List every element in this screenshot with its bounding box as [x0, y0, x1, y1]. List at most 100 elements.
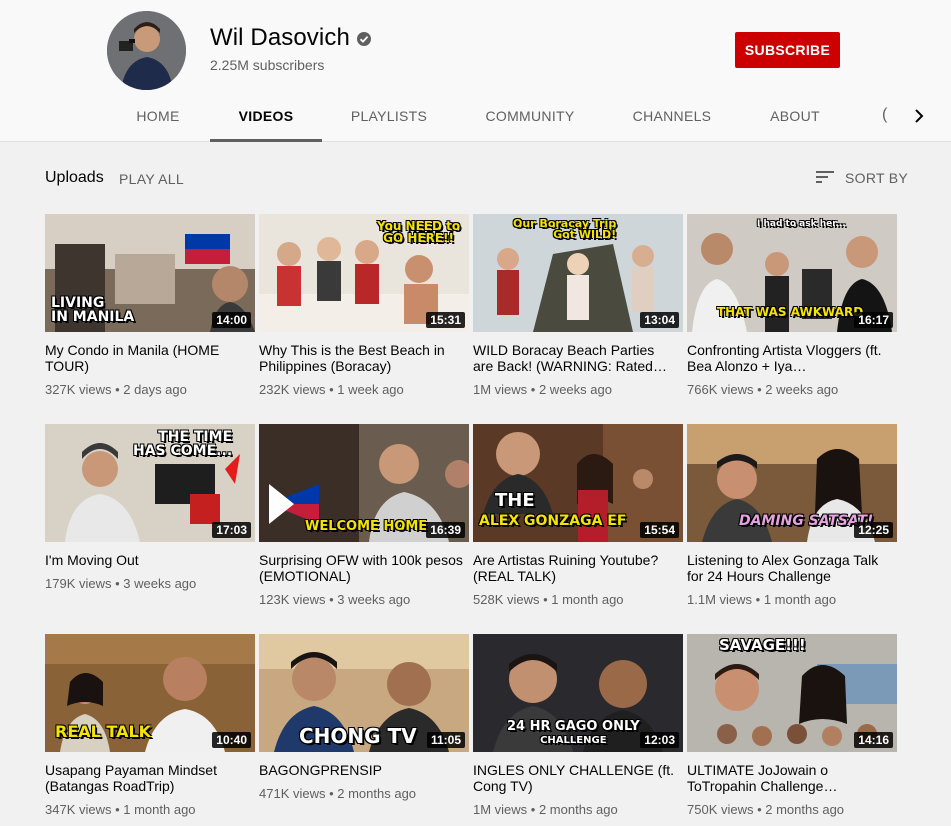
video-card[interactable]: WELCOME HOME 16:39 Surprising OFW with 1…: [259, 424, 469, 607]
video-card[interactable]: LIVING IN MANILA 14:00 My Condo in Manila…: [45, 214, 255, 397]
tab-community[interactable]: COMMUNITY: [474, 108, 586, 142]
video-title[interactable]: WILD Boracay Beach Parties are Back! (WA…: [473, 342, 678, 374]
upload-age: 2 months ago: [538, 802, 618, 817]
subscriber-count: 2.25M subscribers: [210, 57, 325, 73]
video-meta: 327K views • 2 days ago: [45, 382, 187, 397]
sort-by-button[interactable]: SORT BY: [845, 170, 908, 186]
video-meta: 1.1M views • 1 month ago: [687, 592, 837, 607]
video-meta: 232K views • 1 week ago: [259, 382, 404, 397]
video-thumbnail[interactable]: WELCOME HOME 16:39: [259, 424, 469, 542]
upload-age: 3 weeks ago: [123, 576, 197, 591]
thumbnail-caption: DAMING SATSAT!: [739, 513, 874, 529]
channel-avatar[interactable]: [107, 11, 186, 90]
video-thumbnail[interactable]: I had to ask her... THAT WAS AWKWARD 16:…: [687, 214, 897, 332]
video-title[interactable]: My Condo in Manila (HOME TOUR): [45, 342, 250, 374]
tab-about[interactable]: ABOUT: [760, 108, 830, 142]
video-thumbnail[interactable]: Our Boracay Trip Got WILD! 13:04: [473, 214, 683, 332]
video-card[interactable]: Our Boracay Trip Got WILD! 13:04 WILD Bor…: [473, 214, 683, 397]
tab-search-icon[interactable]: (: [882, 106, 887, 124]
video-duration: 16:17: [854, 312, 893, 328]
video-title[interactable]: Listening to Alex Gonzaga Talk for 24 Ho…: [687, 552, 892, 584]
video-title[interactable]: INGLES ONLY CHALLENGE (ft. Cong TV): [473, 762, 678, 794]
section-title: Uploads: [45, 169, 104, 186]
video-card[interactable]: You NEED to GO HERE!! 15:31 Why This is t…: [259, 214, 469, 397]
video-duration: 11:05: [426, 732, 465, 748]
subscribe-button[interactable]: SUBSCRIBE: [735, 32, 840, 68]
tab-playlists[interactable]: PLAYLISTS: [344, 108, 434, 142]
video-thumbnail[interactable]: REAL TALK 10:40: [45, 634, 255, 752]
video-card[interactable]: THE ALEX GONZAGA EF 15:54 Are Artistas R…: [473, 424, 683, 607]
video-title[interactable]: Confronting Artista Vloggers (ft. Bea Al…: [687, 342, 892, 374]
upload-age: 2 months ago: [337, 786, 417, 801]
video-card[interactable]: I had to ask her... THAT WAS AWKWARD 16:…: [687, 214, 897, 397]
video-meta: 179K views • 3 weeks ago: [45, 576, 197, 591]
play-all-button[interactable]: PLAY ALL: [119, 171, 184, 187]
video-duration: 17:03: [212, 522, 251, 538]
upload-age: 1 month ago: [763, 592, 837, 607]
video-duration: 14:00: [212, 312, 251, 328]
channel-header: Wil Dasovich 2.25M subscribers SUBSCRIBE…: [0, 0, 951, 142]
verified-badge-icon: [357, 32, 371, 46]
thumbnail-caption: CHONG TV: [299, 724, 417, 748]
video-meta: 1M views • 2 months ago: [473, 802, 618, 817]
video-thumbnail[interactable]: 24 HR GAGO ONLY CHALLENGE 12:03: [473, 634, 683, 752]
video-duration: 13:04: [640, 312, 679, 328]
video-duration: 12:03: [640, 732, 679, 748]
view-count: 347K views: [45, 802, 112, 817]
tab-home[interactable]: HOME: [126, 108, 190, 142]
sort-icon[interactable]: [815, 169, 835, 185]
video-title[interactable]: Why This is the Best Beach in Philippine…: [259, 342, 464, 374]
video-title[interactable]: Are Artistas Ruining Youtube? (REAL TALK…: [473, 552, 678, 584]
video-meta: 123K views • 3 weeks ago: [259, 592, 411, 607]
video-meta: 471K views • 2 months ago: [259, 786, 417, 801]
video-title[interactable]: BAGONGPRENSIP: [259, 762, 464, 778]
video-thumbnail[interactable]: THE TIME HAS COME... 17:03: [45, 424, 255, 542]
thumbnail-caption: You NEED to GO HERE!!: [377, 219, 461, 245]
upload-age: 3 weeks ago: [337, 592, 411, 607]
video-thumbnail[interactable]: LIVING IN MANILA 14:00: [45, 214, 255, 332]
video-thumbnail[interactable]: DAMING SATSAT! 12:25: [687, 424, 897, 542]
view-count: 232K views: [259, 382, 326, 397]
thumbnail-caption: WELCOME HOME: [305, 519, 428, 534]
video-title[interactable]: Usapang Payaman Mindset (Batangas RoadTr…: [45, 762, 250, 794]
video-thumbnail[interactable]: SAVAGE!!! 14:16: [687, 634, 897, 752]
video-title[interactable]: ULTIMATE JoJowain o ToTropahin Challenge…: [687, 762, 892, 794]
thumbnail-caption: 24 HR GAGO ONLY CHALLENGE: [507, 719, 640, 746]
view-count: 327K views: [45, 382, 112, 397]
view-count: 1.1M views: [687, 592, 753, 607]
tab-channels[interactable]: CHANNELS: [624, 108, 720, 142]
tab-videos[interactable]: VIDEOS: [210, 108, 322, 142]
view-count: 179K views: [45, 576, 112, 591]
video-duration: 15:31: [426, 312, 465, 328]
thumbnail-caption: LIVING IN MANILA: [51, 295, 135, 325]
chevron-right-icon[interactable]: [907, 104, 931, 128]
thumbnail-caption: ALEX GONZAGA EF: [479, 513, 627, 529]
view-count: 1M views: [473, 802, 528, 817]
upload-age: 1 week ago: [337, 382, 404, 397]
view-count: 528K views: [473, 592, 540, 607]
video-meta: 766K views • 2 weeks ago: [687, 382, 839, 397]
video-duration: 15:54: [640, 522, 679, 538]
video-thumbnail[interactable]: You NEED to GO HERE!! 15:31: [259, 214, 469, 332]
video-duration: 12:25: [854, 522, 893, 538]
video-card[interactable]: DAMING SATSAT! 12:25 Listening to Alex G…: [687, 424, 897, 607]
video-card[interactable]: SAVAGE!!! 14:16 ULTIMATE JoJowain o ToTr…: [687, 634, 897, 817]
thumbnail-caption: I had to ask her...: [757, 219, 846, 229]
video-thumbnail[interactable]: CHONG TV 11:05: [259, 634, 469, 752]
thumbnail-caption: THAT WAS AWKWARD: [717, 305, 864, 319]
thumbnail-caption: REAL TALK: [55, 722, 152, 741]
video-title[interactable]: Surprising OFW with 100k pesos (EMOTIONA…: [259, 552, 464, 584]
video-meta: 750K views • 2 months ago: [687, 802, 845, 817]
video-title[interactable]: I'm Moving Out: [45, 552, 250, 568]
upload-age: 1 month ago: [551, 592, 624, 607]
upload-age: 2 months ago: [765, 802, 845, 817]
thumbnail-caption: SAVAGE!!!: [719, 636, 806, 654]
video-meta: 347K views • 1 month ago: [45, 802, 196, 817]
video-card[interactable]: CHONG TV 11:05 BAGONGPRENSIP 471K views …: [259, 634, 469, 801]
view-count: 750K views: [687, 802, 754, 817]
video-thumbnail[interactable]: THE ALEX GONZAGA EF 15:54: [473, 424, 683, 542]
video-card[interactable]: THE TIME HAS COME... 17:03 I'm Moving Out…: [45, 424, 255, 591]
video-card[interactable]: REAL TALK 10:40 Usapang Payaman Mindset …: [45, 634, 255, 817]
video-card[interactable]: 24 HR GAGO ONLY CHALLENGE 12:03 INGLES ON…: [473, 634, 683, 817]
thumbnail-caption: THE: [495, 490, 535, 511]
